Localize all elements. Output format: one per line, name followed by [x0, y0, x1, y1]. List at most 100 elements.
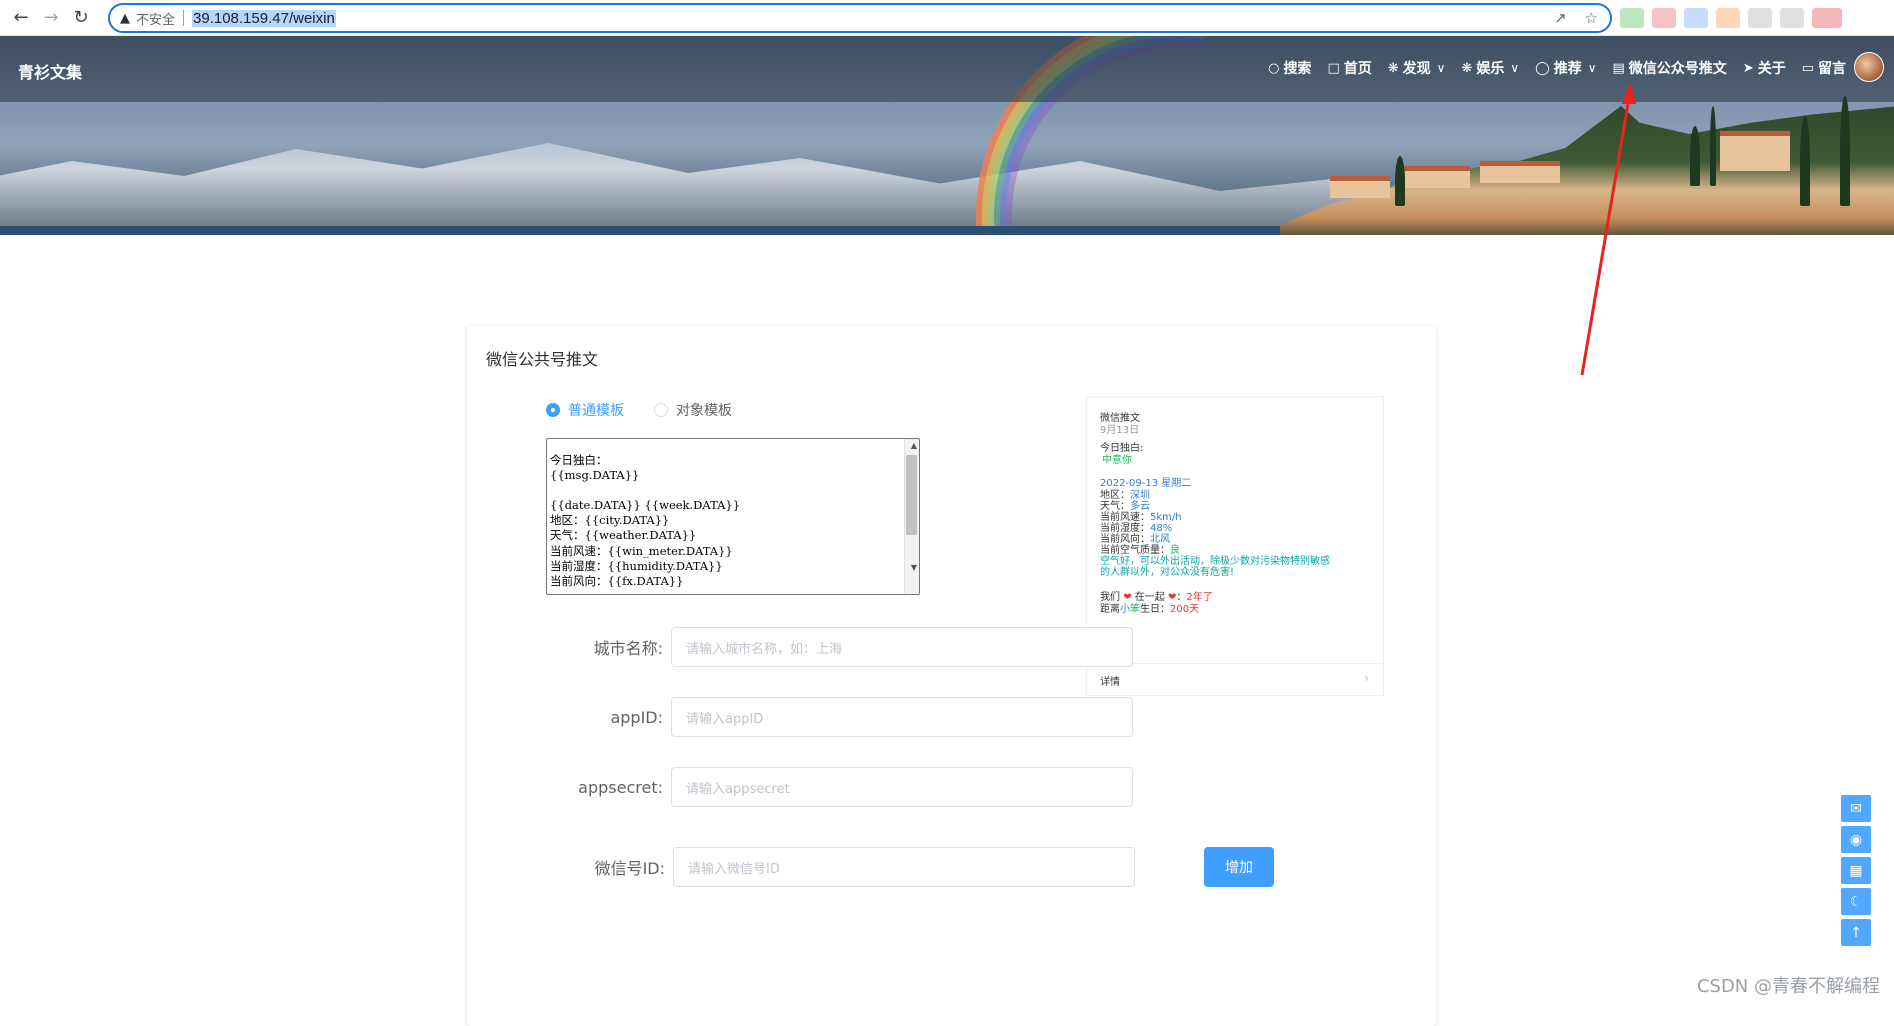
menu-label: 首页 [1343, 61, 1372, 77]
floating-toolbar: ✉ ◉ ▦ ☾ ↑ [1841, 795, 1871, 946]
chat-icon[interactable]: ✉ [1841, 795, 1871, 822]
extension-icon[interactable] [1652, 8, 1676, 28]
weibo-icon[interactable]: ◉ [1841, 826, 1871, 853]
menu-label: 微信公众号推文 [1628, 61, 1727, 77]
annotation-arrow-head [1622, 82, 1636, 104]
appsecret-row: appsecret: 请输入appsecret [467, 767, 1133, 807]
star-icon[interactable]: ☆ [1585, 9, 1598, 27]
menu-item-entertainment[interactable]: ❋ 娱乐 ∨ [1461, 58, 1519, 78]
wechat-push-card: 微信公共号推文 普通模板 对象模板 今日独白： {{msg.DATA}} {{d… [467, 326, 1436, 1026]
home-icon: □ [1327, 60, 1340, 76]
menu-label: 关于 [1757, 61, 1786, 77]
main-menu: ○ 搜索 □ 首页 ❋ 发现 ∨ ❋ 娱乐 ∨ ◯ 推荐 ∨ ▤ 微信公众号推文… [1268, 58, 1846, 78]
menu-label: 娱乐 [1476, 61, 1505, 77]
warning-icon: ▲ [120, 10, 130, 26]
tree-image [1800, 116, 1810, 206]
appid-row: appID: 请输入appID [467, 697, 1133, 737]
chevron-right-icon[interactable]: › [1364, 671, 1369, 685]
menu-item-search[interactable]: ○ 搜索 [1268, 58, 1311, 78]
radio-object-template[interactable]: 对象模板 [654, 400, 732, 420]
arrow-up-icon[interactable]: ↑ [1841, 919, 1871, 946]
menu-item-recommend[interactable]: ◯ 推荐 ∨ [1535, 58, 1596, 78]
scroll-up-icon[interactable]: ▲ [911, 441, 917, 450]
radio-dot [546, 403, 560, 417]
share-icon[interactable]: ↗ [1554, 9, 1567, 27]
site-title[interactable]: 青衫文集 [18, 59, 82, 83]
annotation-arrow [1580, 82, 1636, 376]
preview-birthday-name: 小 [1120, 604, 1130, 615]
extension-icon[interactable] [1780, 8, 1804, 28]
template-text[interactable]: 今日独白： {{msg.DATA}} {{date.DATA}} {{week.… [550, 453, 740, 589]
preview-air-advice-2: 的人群以外，对公众没有危害! [1100, 567, 1235, 578]
entertainment-icon: ❋ [1461, 60, 1473, 76]
city-label: 城市名称: [593, 639, 663, 658]
wxid-input[interactable]: 请输入微信号ID [673, 847, 1135, 887]
radio-label: 普通模板 [568, 403, 624, 419]
message-icon: ▭ [1801, 60, 1814, 76]
menu-label: 留言 [1818, 61, 1846, 77]
city-input[interactable]: 请输入城市名称，如：上海 [671, 627, 1133, 667]
city-row: 城市名称: 请输入城市名称，如：上海 [467, 627, 1133, 667]
menu-item-message[interactable]: ▭ 留言 [1802, 58, 1846, 78]
browser-toolbar: ← → ↻ ▲ 不安全 39.108.159.47/weixin ↗ ☆ [0, 0, 1894, 36]
preview-birthday-name2: 笨 [1130, 604, 1140, 615]
watermark: CSDN @青春不解编程 [1696, 976, 1880, 997]
wxid-row: 微信号ID: 请输入微信号ID [467, 847, 1135, 887]
tag-icon: ◯ [1535, 60, 1550, 76]
tree-image [1840, 96, 1850, 206]
menu-item-about[interactable]: ➤ 关于 [1743, 58, 1786, 78]
chevron-down-icon: ∨ [1587, 61, 1597, 75]
tower-image [1710, 106, 1716, 186]
extension-icon[interactable] [1716, 8, 1740, 28]
menu-label: 搜索 [1283, 61, 1312, 77]
tree-image [1690, 126, 1700, 186]
preview-birthday-mid: 生日： [1140, 604, 1170, 615]
profile-icon[interactable] [1812, 8, 1842, 28]
menu-item-home[interactable]: □ 首页 [1327, 58, 1371, 78]
extension-icon[interactable] [1620, 8, 1644, 28]
url-text[interactable]: 39.108.159.47/weixin [192, 9, 336, 27]
house-image [1400, 166, 1470, 188]
tree-image [1395, 156, 1405, 206]
preview-detail-link[interactable]: 详情 [1100, 673, 1120, 688]
avatar[interactable] [1854, 52, 1884, 82]
radio-label: 对象模板 [676, 403, 732, 419]
radio-dot [654, 403, 668, 417]
appsecret-input[interactable]: 请输入appsecret [671, 767, 1133, 807]
menu-item-wechat-push[interactable]: ▤ 微信公众号推文 [1613, 58, 1727, 78]
scrollbar-thumb[interactable] [906, 455, 917, 535]
chevron-down-icon: ∨ [1510, 61, 1520, 75]
send-icon: ➤ [1742, 60, 1754, 76]
preview-date-small: 9月13日 [1100, 425, 1140, 436]
house-image [1480, 161, 1560, 183]
search-icon: ○ [1268, 60, 1280, 76]
preview-birthday-value: 200天 [1170, 604, 1200, 615]
moon-icon[interactable]: ☾ [1841, 888, 1871, 915]
house-image [1720, 131, 1790, 171]
appid-input[interactable]: 请输入appID [671, 697, 1133, 737]
scroll-down-icon[interactable]: ▼ [911, 563, 917, 572]
template-textarea[interactable]: 今日独白： {{msg.DATA}} {{date.DATA}} {{week.… [546, 438, 920, 595]
extension-icon[interactable] [1684, 8, 1708, 28]
scrollbar[interactable]: ▲ ▼ [904, 439, 919, 594]
radio-normal-template[interactable]: 普通模板 [546, 400, 624, 420]
divider [183, 10, 185, 26]
discover-icon: ❋ [1387, 60, 1399, 76]
house-image [1330, 176, 1390, 198]
appsecret-label: appsecret: [578, 777, 663, 797]
template-type-radio-group: 普通模板 对象模板 [546, 400, 732, 420]
menu-item-discover[interactable]: ❋ 发现 ∨ [1388, 58, 1446, 78]
address-bar[interactable]: ▲ 不安全 39.108.159.47/weixin ↗ ☆ [108, 3, 1612, 33]
arrow-right-icon[interactable]: → [36, 3, 66, 33]
security-label: 不安全 [136, 12, 176, 28]
card-title: 微信公共号推文 [486, 350, 599, 369]
chevron-down-icon: ∨ [1436, 61, 1446, 75]
wxid-label: 微信号ID: [594, 859, 665, 878]
reload-icon[interactable]: ↻ [66, 3, 96, 33]
arrow-left-icon[interactable]: ← [6, 3, 36, 33]
menu-label: 发现 [1402, 61, 1431, 77]
extension-icon[interactable] [1748, 8, 1772, 28]
add-button[interactable]: 增加 [1204, 847, 1274, 887]
qrcode-icon[interactable]: ▦ [1841, 857, 1871, 884]
preview-birthday: 距离小笨生日：200天 [1100, 600, 1199, 615]
